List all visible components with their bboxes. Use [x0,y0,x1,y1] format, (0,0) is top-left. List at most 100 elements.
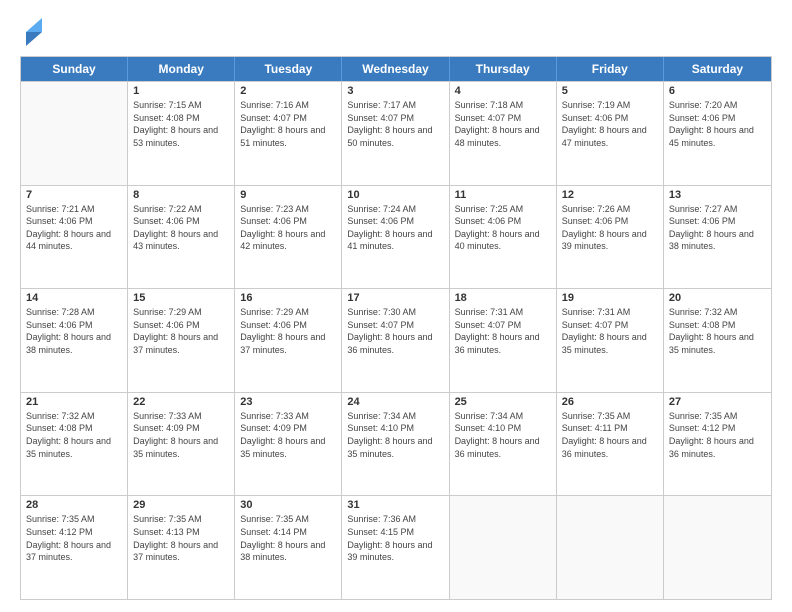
day-info: Sunrise: 7:35 AMSunset: 4:12 PMDaylight:… [26,513,122,563]
day-info: Sunrise: 7:32 AMSunset: 4:08 PMDaylight:… [26,410,122,460]
day-info: Sunrise: 7:30 AMSunset: 4:07 PMDaylight:… [347,306,443,356]
day-number: 1 [133,85,229,97]
day-number: 20 [669,292,766,304]
calendar-cell: 20Sunrise: 7:32 AMSunset: 4:08 PMDayligh… [664,289,771,392]
calendar-cell: 24 Sunrise: 7:34 AMSunset: 4:10 PMDayligh… [342,393,449,496]
day-number: 16 [240,292,336,304]
day-number: 24 [347,396,443,408]
calendar-cell: 29Sunrise: 7:35 AMSunset: 4:13 PMDayligh… [128,496,235,599]
day-number: 6 [669,85,766,97]
calendar-cell: 26 Sunrise: 7:35 AMSunset: 4:11 PMDayligh… [557,393,664,496]
day-info: Sunrise: 7:34 AMSunset: 4:10 PMDaylight:… [455,410,551,460]
day-info: Sunrise: 7:28 AMSunset: 4:06 PMDaylight:… [26,306,122,356]
day-info: Sunrise: 7:29 AMSunset: 4:06 PMDaylight:… [240,306,336,356]
day-number: 4 [455,85,551,97]
page: SundayMondayTuesdayWednesdayThursdayFrid… [0,0,792,612]
header-day-wednesday: Wednesday [342,57,449,81]
header [20,18,772,48]
day-number: 7 [26,189,122,201]
calendar-row-2: 14 Sunrise: 7:28 AMSunset: 4:06 PMDayligh… [21,288,771,392]
day-info: Sunrise: 7:25 AMSunset: 4:06 PMDaylight:… [455,203,551,253]
calendar-cell [21,82,128,185]
calendar-cell: 2 Sunrise: 7:16 AMSunset: 4:07 PMDaylight… [235,82,342,185]
calendar-cell [664,496,771,599]
day-info: Sunrise: 7:17 AMSunset: 4:07 PMDaylight:… [347,99,443,149]
calendar-row-3: 21 Sunrise: 7:32 AMSunset: 4:08 PMDayligh… [21,392,771,496]
day-info: Sunrise: 7:19 AMSunset: 4:06 PMDaylight:… [562,99,658,149]
calendar-cell: 31 Sunrise: 7:36 AMSunset: 4:15 PMDayligh… [342,496,449,599]
calendar-cell: 22Sunrise: 7:33 AMSunset: 4:09 PMDayligh… [128,393,235,496]
calendar-cell: 21 Sunrise: 7:32 AMSunset: 4:08 PMDayligh… [21,393,128,496]
day-number: 22 [133,396,229,408]
calendar-cell: 8 Sunrise: 7:22 AMSunset: 4:06 PMDaylight… [128,186,235,289]
calendar-cell: 11 Sunrise: 7:25 AMSunset: 4:06 PMDayligh… [450,186,557,289]
calendar-cell: 19Sunrise: 7:31 AMSunset: 4:07 PMDayligh… [557,289,664,392]
calendar-cell: 4 Sunrise: 7:18 AMSunset: 4:07 PMDaylight… [450,82,557,185]
day-info: Sunrise: 7:27 AMSunset: 4:06 PMDaylight:… [669,203,766,253]
day-number: 5 [562,85,658,97]
calendar-cell [450,496,557,599]
calendar-cell: 16 Sunrise: 7:29 AMSunset: 4:06 PMDayligh… [235,289,342,392]
calendar-cell: 14 Sunrise: 7:28 AMSunset: 4:06 PMDayligh… [21,289,128,392]
day-number: 21 [26,396,122,408]
calendar-cell: 18Sunrise: 7:31 AMSunset: 4:07 PMDayligh… [450,289,557,392]
calendar-cell: 28 Sunrise: 7:35 AMSunset: 4:12 PMDayligh… [21,496,128,599]
day-number: 29 [133,499,229,511]
calendar-row-4: 28 Sunrise: 7:35 AMSunset: 4:12 PMDayligh… [21,495,771,599]
day-number: 26 [562,396,658,408]
calendar-cell: 17Sunrise: 7:30 AMSunset: 4:07 PMDayligh… [342,289,449,392]
day-number: 3 [347,85,443,97]
header-day-tuesday: Tuesday [235,57,342,81]
day-number: 2 [240,85,336,97]
day-info: Sunrise: 7:33 AMSunset: 4:09 PMDaylight:… [240,410,336,460]
day-number: 12 [562,189,658,201]
day-number: 8 [133,189,229,201]
day-info: Sunrise: 7:29 AMSunset: 4:06 PMDaylight:… [133,306,229,356]
calendar-cell: 25 Sunrise: 7:34 AMSunset: 4:10 PMDayligh… [450,393,557,496]
calendar-row-0: 1 Sunrise: 7:15 AMSunset: 4:08 PMDaylight… [21,81,771,185]
day-info: Sunrise: 7:36 AMSunset: 4:15 PMDaylight:… [347,513,443,563]
calendar-cell: 10 Sunrise: 7:24 AMSunset: 4:06 PMDayligh… [342,186,449,289]
day-info: Sunrise: 7:24 AMSunset: 4:06 PMDaylight:… [347,203,443,253]
calendar-cell: 12 Sunrise: 7:26 AMSunset: 4:06 PMDayligh… [557,186,664,289]
day-number: 25 [455,396,551,408]
day-number: 27 [669,396,766,408]
calendar-body: 1 Sunrise: 7:15 AMSunset: 4:08 PMDaylight… [21,81,771,599]
calendar-cell: 23 Sunrise: 7:33 AMSunset: 4:09 PMDayligh… [235,393,342,496]
calendar-cell [557,496,664,599]
day-number: 11 [455,189,551,201]
day-info: Sunrise: 7:20 AMSunset: 4:06 PMDaylight:… [669,99,766,149]
calendar-header: SundayMondayTuesdayWednesdayThursdayFrid… [21,57,771,81]
day-number: 18 [455,292,551,304]
day-number: 13 [669,189,766,201]
logo [20,18,44,48]
day-info: Sunrise: 7:18 AMSunset: 4:07 PMDaylight:… [455,99,551,149]
calendar-cell: 9Sunrise: 7:23 AMSunset: 4:06 PMDaylight… [235,186,342,289]
day-number: 10 [347,189,443,201]
day-info: Sunrise: 7:15 AMSunset: 4:08 PMDaylight:… [133,99,229,149]
day-number: 14 [26,292,122,304]
day-info: Sunrise: 7:34 AMSunset: 4:10 PMDaylight:… [347,410,443,460]
day-number: 31 [347,499,443,511]
header-day-thursday: Thursday [450,57,557,81]
header-day-monday: Monday [128,57,235,81]
calendar-cell: 6 Sunrise: 7:20 AMSunset: 4:06 PMDaylight… [664,82,771,185]
calendar-cell: 3 Sunrise: 7:17 AMSunset: 4:07 PMDaylight… [342,82,449,185]
header-day-friday: Friday [557,57,664,81]
header-day-sunday: Sunday [21,57,128,81]
day-number: 28 [26,499,122,511]
day-info: Sunrise: 7:22 AMSunset: 4:06 PMDaylight:… [133,203,229,253]
day-info: Sunrise: 7:26 AMSunset: 4:06 PMDaylight:… [562,203,658,253]
calendar-cell: 5 Sunrise: 7:19 AMSunset: 4:06 PMDaylight… [557,82,664,185]
header-day-saturday: Saturday [664,57,771,81]
day-number: 15 [133,292,229,304]
day-number: 23 [240,396,336,408]
day-info: Sunrise: 7:16 AMSunset: 4:07 PMDaylight:… [240,99,336,149]
day-number: 9 [240,189,336,201]
day-info: Sunrise: 7:35 AMSunset: 4:14 PMDaylight:… [240,513,336,563]
day-info: Sunrise: 7:21 AMSunset: 4:06 PMDaylight:… [26,203,122,253]
day-info: Sunrise: 7:35 AMSunset: 4:11 PMDaylight:… [562,410,658,460]
day-info: Sunrise: 7:31 AMSunset: 4:07 PMDaylight:… [562,306,658,356]
calendar-cell: 15 Sunrise: 7:29 AMSunset: 4:06 PMDayligh… [128,289,235,392]
calendar-cell: 13 Sunrise: 7:27 AMSunset: 4:06 PMDayligh… [664,186,771,289]
